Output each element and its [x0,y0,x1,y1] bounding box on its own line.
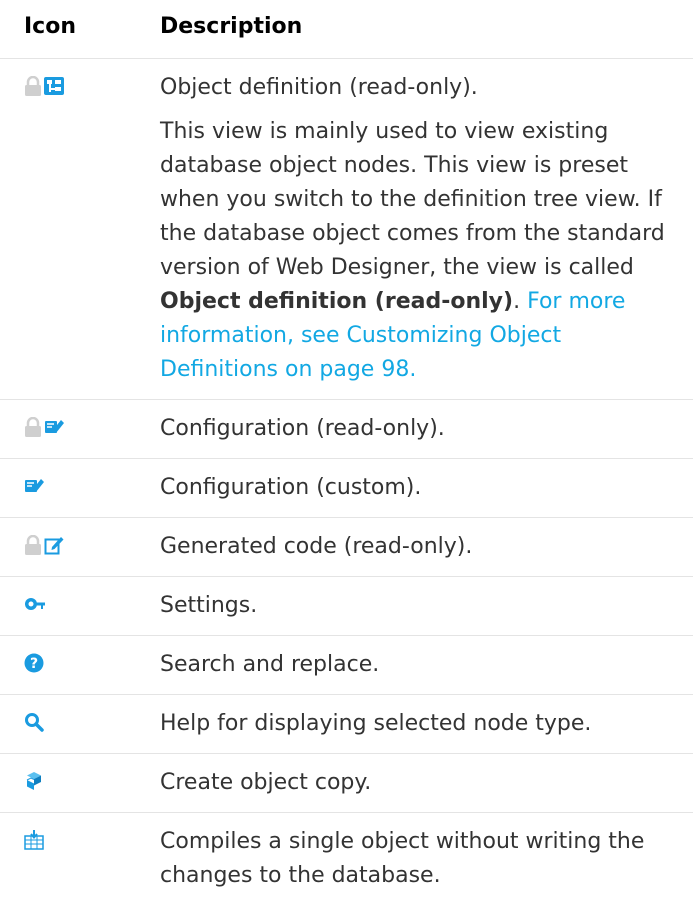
table-row: Generated code (read-only). [0,518,693,577]
row-title: Create object copy. [160,770,372,795]
icon-description-table: Icon Description Object definition (read… [0,0,693,905]
cubes-icon [26,772,41,790]
table-row: Help for displaying selected node type. [0,695,693,754]
tree-view-icon [44,77,64,95]
row-description: Object definition (read-only). This view… [160,59,690,399]
row-description: Create object copy. [160,754,690,812]
body-text: This view is mainly used to view existin… [160,119,665,280]
row-title: Settings. [160,593,258,618]
lock-icon [25,535,41,555]
settings-key-icon [24,593,46,615]
table-row: ? Search and replace. [0,636,693,695]
row-description: Search and replace. [160,636,690,694]
table-row: Configuration (read-only). [0,400,693,459]
config-icon-glyph [25,479,44,492]
row-description: Settings. [160,577,690,635]
table-row: Object definition (read-only). This view… [0,59,693,400]
row-title: Object definition (read-only). [160,75,478,100]
row-body: This view is mainly used to view existin… [160,115,670,387]
body-after-bold: . [513,289,528,314]
object-copy-icon [24,770,44,792]
lock-icon [25,76,41,96]
config-icon [45,420,64,433]
search-magnifier-icon [24,711,44,733]
row-description: Configuration (custom). [160,459,690,517]
table-row: Compiles a single object without writing… [0,813,693,905]
config-icon [24,475,44,497]
help-question-icon: ? [24,652,44,674]
compile-icon [24,829,44,851]
table-header: Icon Description [0,0,693,59]
lock-and-edit-icon [24,534,64,556]
lock-icon [25,417,41,437]
header-description: Description [160,14,303,39]
table-row: Settings. [0,577,693,636]
body-bold: Object definition (read-only) [160,289,514,314]
row-title: Compiles a single object without writing… [160,829,645,888]
row-title: Generated code (read-only). [160,534,473,559]
compile-grid-icon [24,830,44,850]
row-title: Help for displaying selected node type. [160,711,592,736]
key-icon [25,598,45,610]
header-icon: Icon [24,14,77,39]
svg-text:?: ? [30,656,38,672]
row-description: Compiles a single object without writing… [160,813,690,905]
lock-and-config-icon [24,416,64,438]
row-title: Configuration (custom). [160,475,422,500]
row-title: Search and replace. [160,652,380,677]
table-row: Create object copy. [0,754,693,813]
lock-and-tree-icon [24,75,64,97]
table-row: Configuration (custom). [0,459,693,518]
row-title: Configuration (read-only). [160,416,445,441]
row-description: Generated code (read-only). [160,518,690,576]
row-description: Help for displaying selected node type. [160,695,690,753]
row-description: Configuration (read-only). [160,400,690,458]
question-circle-icon: ? [24,653,44,673]
edit-icon [44,537,64,555]
magnifier-icon [25,713,44,732]
